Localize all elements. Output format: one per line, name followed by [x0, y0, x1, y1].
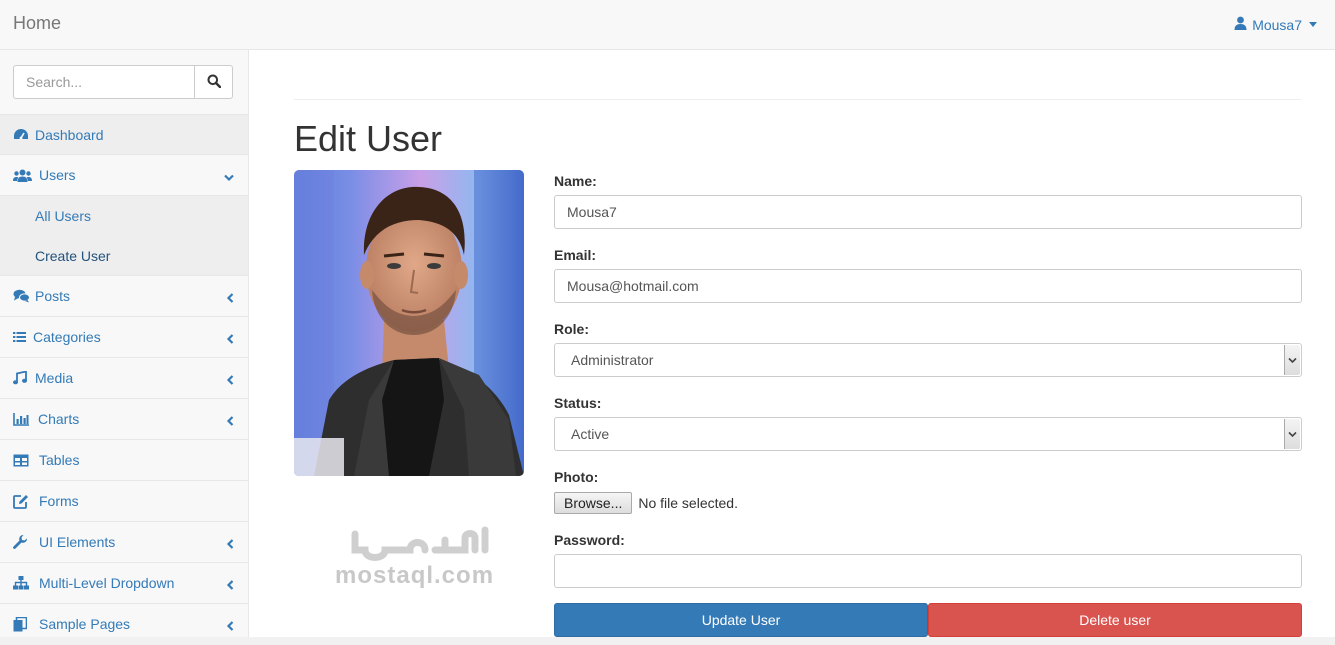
- sidebar-item-label: Sample Pages: [39, 616, 131, 632]
- sidebar-item-charts[interactable]: Charts: [0, 399, 248, 440]
- role-label: Role:: [554, 321, 589, 337]
- sidebar-subitem-all-users[interactable]: All Users: [0, 196, 248, 236]
- user-name: Mousa7: [1252, 16, 1302, 33]
- sidebar-item-label: Users: [39, 167, 76, 183]
- delete-user-button[interactable]: Delete user: [928, 603, 1302, 637]
- bar-chart-icon: [13, 411, 34, 427]
- sidebar-item-label: Multi-Level Dropdown: [39, 575, 175, 591]
- email-field[interactable]: Mousa@hotmail.com: [554, 269, 1302, 303]
- sidebar-item-label: Dashboard: [35, 126, 104, 143]
- sidebar-item-label: Forms: [39, 493, 79, 509]
- chevron-left-icon: [226, 372, 234, 388]
- comments-icon: [13, 288, 31, 304]
- user-dropdown[interactable]: Mousa7: [1234, 16, 1317, 33]
- chevron-left-icon: [226, 618, 234, 634]
- users-icon: [13, 167, 35, 183]
- top-navbar: Home Mousa7: [0, 0, 1335, 50]
- sidebar: Dashboard Users All Users Create User Po…: [0, 50, 249, 645]
- wrench-icon: [13, 534, 35, 550]
- sidebar-item-media[interactable]: Media: [0, 358, 248, 399]
- table-icon: [13, 452, 35, 468]
- status-selected-value: Active: [571, 426, 610, 442]
- chevron-down-icon: [224, 169, 234, 185]
- caret-down-icon: [1309, 22, 1317, 27]
- password-label: Password:: [554, 532, 625, 548]
- chevron-left-icon: [226, 577, 234, 593]
- sidebar-item-label: Categories: [33, 329, 101, 345]
- photo-file-input: Browse... No file selected.: [554, 492, 738, 514]
- edit-icon: [13, 493, 35, 509]
- browse-button[interactable]: Browse...: [554, 492, 633, 514]
- chevron-down-icon: [1284, 345, 1300, 375]
- files-icon: [13, 616, 35, 632]
- password-field[interactable]: [554, 554, 1302, 588]
- chevron-left-icon: [226, 290, 234, 306]
- sidebar-item-label: Posts: [35, 288, 71, 304]
- update-user-button[interactable]: Update User: [554, 603, 928, 637]
- sidebar-item-categories[interactable]: Categories: [0, 317, 248, 358]
- name-field[interactable]: Mousa7: [554, 195, 1302, 229]
- page-title: Edit User: [294, 118, 443, 159]
- chevron-left-icon: [226, 331, 234, 347]
- sidebar-item-dashboard[interactable]: Dashboard: [0, 114, 248, 155]
- email-label: Email:: [554, 247, 597, 263]
- sidebar-item-ui-elements[interactable]: UI Elements: [0, 522, 248, 563]
- search-input[interactable]: [13, 65, 194, 99]
- main-content: Edit User Name: Mousa7 Email: Mousa@hotm…: [249, 50, 1335, 637]
- sidebar-item-posts[interactable]: Posts: [0, 276, 248, 317]
- dashboard-icon: [13, 127, 31, 143]
- user-icon: [1234, 16, 1247, 33]
- role-selected-value: Administrator: [571, 352, 654, 368]
- chevron-down-icon: [1284, 419, 1300, 449]
- role-select[interactable]: Administrator: [554, 343, 1302, 377]
- sidebar-item-label: Tables: [39, 452, 80, 468]
- sidebar-subitem-create-user[interactable]: Create User: [0, 236, 248, 276]
- sidebar-item-multi-level-dropdown[interactable]: Multi-Level Dropdown: [0, 563, 248, 604]
- sidebar-item-users[interactable]: Users: [0, 155, 248, 196]
- chevron-left-icon: [226, 536, 234, 552]
- sidebar-search: [13, 65, 233, 99]
- chevron-left-icon: [226, 413, 234, 429]
- home-link[interactable]: Home: [13, 13, 61, 34]
- name-label: Name:: [554, 173, 597, 189]
- bottom-bar: [0, 637, 1335, 645]
- sidebar-item-tables[interactable]: Tables: [0, 440, 248, 481]
- sidebar-item-forms[interactable]: Forms: [0, 481, 248, 522]
- file-status: No file selected.: [638, 495, 738, 511]
- music-icon: [13, 370, 31, 386]
- sidebar-menu: Dashboard Users All Users Create User Po…: [0, 114, 248, 645]
- status-select[interactable]: Active: [554, 417, 1302, 451]
- divider: [294, 99, 1301, 100]
- search-icon: [207, 74, 221, 91]
- search-button[interactable]: [194, 65, 233, 99]
- status-label: Status:: [554, 395, 602, 411]
- sidebar-item-label: Charts: [38, 411, 80, 427]
- sitemap-icon: [13, 575, 35, 591]
- sidebar-item-label: Media: [35, 370, 74, 386]
- photo-label: Photo:: [554, 469, 599, 485]
- sidebar-item-label: UI Elements: [39, 534, 116, 550]
- user-photo: [294, 170, 524, 476]
- list-icon: [13, 329, 29, 345]
